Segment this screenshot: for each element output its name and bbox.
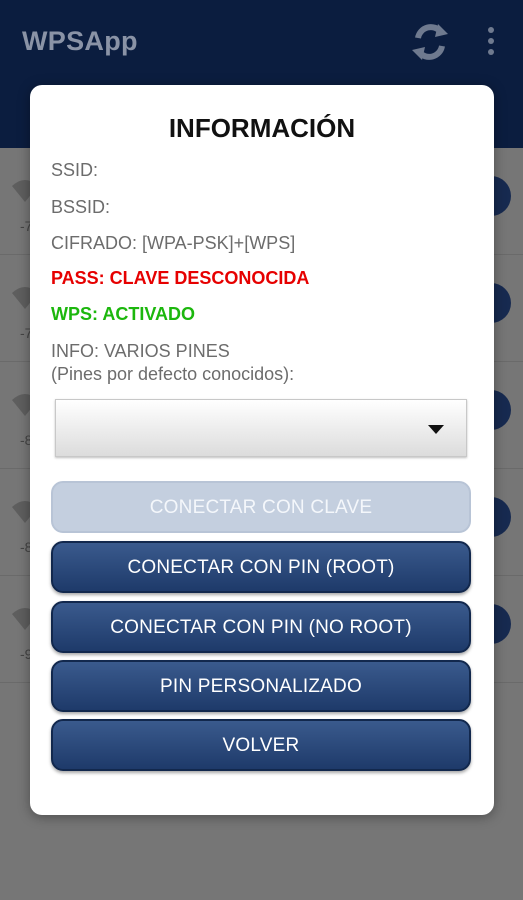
connect-pin-noroot-button[interactable]: CONECTAR CON PIN (NO ROOT)	[51, 601, 471, 653]
pin-spinner[interactable]	[55, 399, 467, 457]
connect-key-button[interactable]: CONECTAR CON CLAVE	[51, 481, 471, 533]
connect-pin-root-button[interactable]: CONECTAR CON PIN (ROOT)	[51, 541, 471, 593]
info-dialog: INFORMACIÓN SSID: BSSID: CIFRADO: [WPA-P…	[30, 85, 494, 815]
app-title: WPSApp	[22, 26, 138, 56]
back-button[interactable]: VOLVER	[51, 719, 471, 771]
refresh-icon[interactable]	[410, 20, 450, 64]
info-line-1: INFO: VARIOS PINES	[51, 341, 230, 361]
info-line-2: (Pines por defecto conocidos):	[51, 364, 295, 384]
custom-pin-button[interactable]: PIN PERSONALIZADO	[51, 660, 471, 712]
ssid-label: SSID:	[51, 160, 99, 180]
info-text: INFO: VARIOS PINES (Pines por defecto co…	[51, 340, 294, 386]
more-vert-icon[interactable]	[484, 26, 498, 56]
pass-status: PASS: CLAVE DESCONOCIDA	[51, 268, 310, 288]
wps-status: WPS: ACTIVADO	[51, 304, 195, 324]
bssid-label: BSSID:	[51, 197, 111, 217]
dialog-title: INFORMACIÓN	[168, 113, 356, 143]
dropdown-arrow-icon	[428, 425, 444, 434]
cifrado-label: CIFRADO: [WPA-PSK]+[WPS]	[51, 233, 296, 253]
